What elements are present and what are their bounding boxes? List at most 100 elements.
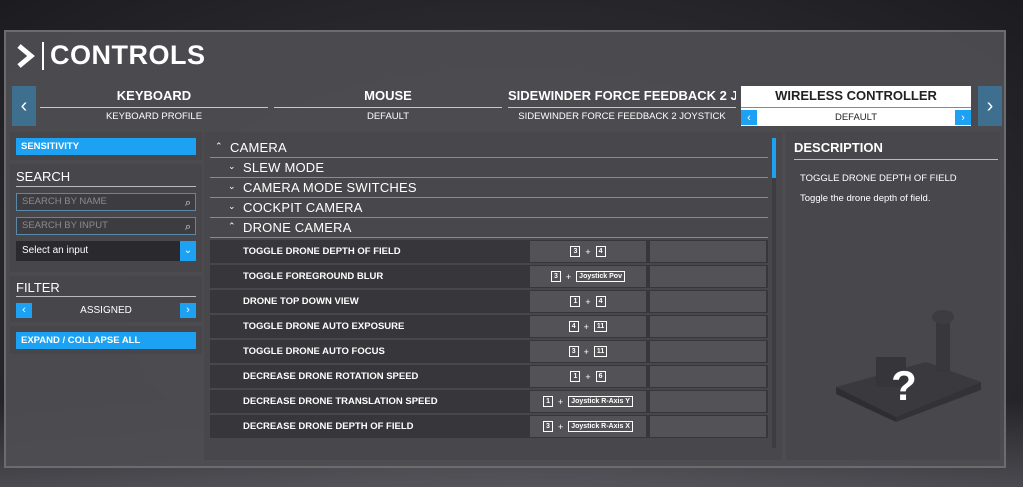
chevron-up-icon: ⌃ xyxy=(228,221,236,231)
binding-row[interactable]: TOGGLE DRONE AUTO EXPOSURE 4 +11 xyxy=(210,315,768,338)
key-badge: 11 xyxy=(593,321,608,332)
sensitivity-button[interactable]: SENSITIVITY xyxy=(16,138,196,155)
filter-title: FILTER xyxy=(16,280,60,295)
binding-row[interactable]: DECREASE DRONE ROTATION SPEED 1 +6 xyxy=(210,365,768,388)
chevron-down-icon: ⌄ xyxy=(228,201,236,211)
binding-slot-secondary[interactable] xyxy=(650,241,766,262)
expand-collapse-button[interactable]: EXPAND / COLLAPSE ALL xyxy=(16,332,196,349)
tab-mouse-name: MOUSE xyxy=(364,88,412,103)
tab-sidewinder-name: SIDEWINDER FORCE FEEDBACK 2 JOY xyxy=(508,88,736,103)
key-badge: 3 xyxy=(551,271,561,282)
profile-next-button[interactable]: › xyxy=(955,110,971,125)
scrollbar-thumb[interactable] xyxy=(772,138,776,178)
binding-row[interactable]: TOGGLE FOREGROUND BLUR 3 + Joystick Pov xyxy=(210,265,768,288)
chevron-down-icon: ⌄ xyxy=(228,161,236,171)
search-by-input-placeholder: SEARCH BY INPUT xyxy=(22,220,108,231)
tab-mouse[interactable]: MOUSE DEFAULT xyxy=(274,86,502,126)
header: CONTROLS xyxy=(6,32,1004,80)
bindings-panel: ⌃ CAMERA ⌄ SLEW MODE ⌄ CAMERA MODE SWITC… xyxy=(204,132,782,460)
binding-slot-secondary[interactable] xyxy=(650,416,766,437)
category-drone-camera[interactable]: ⌃ DRONE CAMERA xyxy=(210,218,768,238)
tab-keyboard-name: KEYBOARD xyxy=(116,88,192,103)
tab-wireless-name: WIRELESS CONTROLLER xyxy=(775,88,937,103)
tab-divider xyxy=(508,107,736,108)
binding-row[interactable]: DRONE TOP DOWN VIEW 1 +4 xyxy=(210,290,768,313)
description-divider xyxy=(794,159,998,160)
category-camera[interactable]: ⌃ CAMERA xyxy=(210,138,768,158)
joystick-device-icon: ? xyxy=(836,310,981,422)
profile-prev-button[interactable]: ‹ xyxy=(741,110,757,125)
binding-slot-secondary[interactable] xyxy=(650,341,766,362)
plus-sign: + xyxy=(557,421,564,432)
filter-prev-button[interactable]: ‹ xyxy=(16,302,32,318)
filter-value: ASSIGNED xyxy=(80,304,132,316)
key-badge: 3 xyxy=(570,246,581,257)
binding-slot-primary[interactable]: 1 + Joystick R-Axis Y xyxy=(530,391,646,412)
search-block: SEARCH SEARCH BY NAME ⌕ SEARCH BY INPUT … xyxy=(10,164,202,272)
key-badge: Joystick R-Axis X xyxy=(568,421,633,432)
binding-label: DRONE TOP DOWN VIEW xyxy=(243,296,359,307)
description-action-name: TOGGLE DRONE DEPTH OF FIELD xyxy=(800,173,957,184)
bindings-scrollbar[interactable] xyxy=(772,138,776,448)
plus-sign: + xyxy=(558,396,564,407)
chevron-up-icon: ⌃ xyxy=(215,141,223,151)
plus-sign: + xyxy=(585,246,591,257)
binding-slot-primary[interactable]: 1 +4 xyxy=(530,291,646,312)
binding-row[interactable]: DECREASE DRONE TRANSLATION SPEED 1 + Joyst… xyxy=(210,390,768,413)
profile-selector: ‹ DEFAULT › xyxy=(741,109,971,126)
search-divider xyxy=(16,186,196,187)
binding-slot-primary[interactable]: 3 + Joystick R-Axis X xyxy=(530,416,646,437)
key-badge: 1 xyxy=(570,296,581,307)
devices-next-button[interactable]: › xyxy=(978,86,1002,126)
category-label: CAMERA MODE SWITCHES xyxy=(243,180,417,195)
category-label: COCKPIT CAMERA xyxy=(243,200,363,215)
tab-wireless-controller[interactable]: WIRELESS CONTROLLER ‹ DEFAULT › xyxy=(741,86,971,126)
search-icon: ⌕ xyxy=(184,221,191,233)
category-label: SLEW MODE xyxy=(243,160,325,175)
tab-divider xyxy=(40,107,268,108)
expand-block: EXPAND / COLLAPSE ALL xyxy=(10,326,202,354)
binding-label: DECREASE DRONE TRANSLATION SPEED xyxy=(243,396,438,407)
chevron-right-icon[interactable] xyxy=(16,44,36,68)
sensitivity-block: SENSITIVITY xyxy=(10,132,202,160)
binding-slot-primary[interactable]: 3 + Joystick Pov xyxy=(530,266,646,287)
key-badge: 11 xyxy=(593,346,608,357)
binding-slot-secondary[interactable] xyxy=(650,291,766,312)
plus-sign: + xyxy=(585,371,591,382)
binding-slot-primary[interactable]: 3 +11 xyxy=(530,341,646,362)
search-by-name-input[interactable]: SEARCH BY NAME ⌕ xyxy=(16,193,196,211)
binding-row[interactable]: TOGGLE DRONE DEPTH OF FIELD 3 +4 xyxy=(210,240,768,263)
category-label: DRONE CAMERA xyxy=(243,220,352,235)
binding-slot-secondary[interactable] xyxy=(650,391,766,412)
tab-keyboard[interactable]: KEYBOARD KEYBOARD PROFILE xyxy=(40,86,268,126)
search-title: SEARCH xyxy=(16,169,71,184)
category-camera-mode-switches[interactable]: ⌄ CAMERA MODE SWITCHES xyxy=(210,178,768,198)
binding-slot-secondary[interactable] xyxy=(650,266,766,287)
key-badge: 4 xyxy=(595,246,606,257)
key-badge: 3 xyxy=(543,421,553,432)
binding-slot-primary[interactable]: 1 +6 xyxy=(530,366,646,387)
key-badge: 1 xyxy=(570,371,581,382)
binding-row[interactable]: TOGGLE DRONE AUTO FOCUS 3 +11 xyxy=(210,340,768,363)
header-separator xyxy=(42,42,44,70)
question-mark-icon: ? xyxy=(891,362,917,409)
category-cockpit-camera[interactable]: ⌄ COCKPIT CAMERA xyxy=(210,198,768,218)
input-select[interactable]: Select an input ⌄ xyxy=(16,241,196,261)
devices-prev-button[interactable]: ‹ xyxy=(12,86,36,126)
plus-sign: + xyxy=(585,296,591,307)
input-select-value: Select an input xyxy=(22,245,89,256)
plus-sign: + xyxy=(565,271,572,282)
chevron-down-icon: ⌄ xyxy=(228,181,236,191)
binding-row[interactable]: DECREASE DRONE DEPTH OF FIELD 3 + Joystick… xyxy=(210,415,768,438)
search-by-input-input[interactable]: SEARCH BY INPUT ⌕ xyxy=(16,217,196,235)
filter-next-button[interactable]: › xyxy=(180,302,196,318)
category-slew-mode[interactable]: ⌄ SLEW MODE xyxy=(210,158,768,178)
tab-sidewinder[interactable]: SIDEWINDER FORCE FEEDBACK 2 JOY SIDEWIND… xyxy=(508,86,736,126)
binding-slot-primary[interactable]: 4 +11 xyxy=(530,316,646,337)
description-panel: DESCRIPTION TOGGLE DRONE DEPTH OF FIELD … xyxy=(786,132,1000,460)
description-title: DESCRIPTION xyxy=(794,140,883,155)
binding-slot-secondary[interactable] xyxy=(650,366,766,387)
binding-slot-primary[interactable]: 3 +4 xyxy=(530,241,646,262)
binding-slot-secondary[interactable] xyxy=(650,316,766,337)
key-badge: 1 xyxy=(543,396,553,407)
